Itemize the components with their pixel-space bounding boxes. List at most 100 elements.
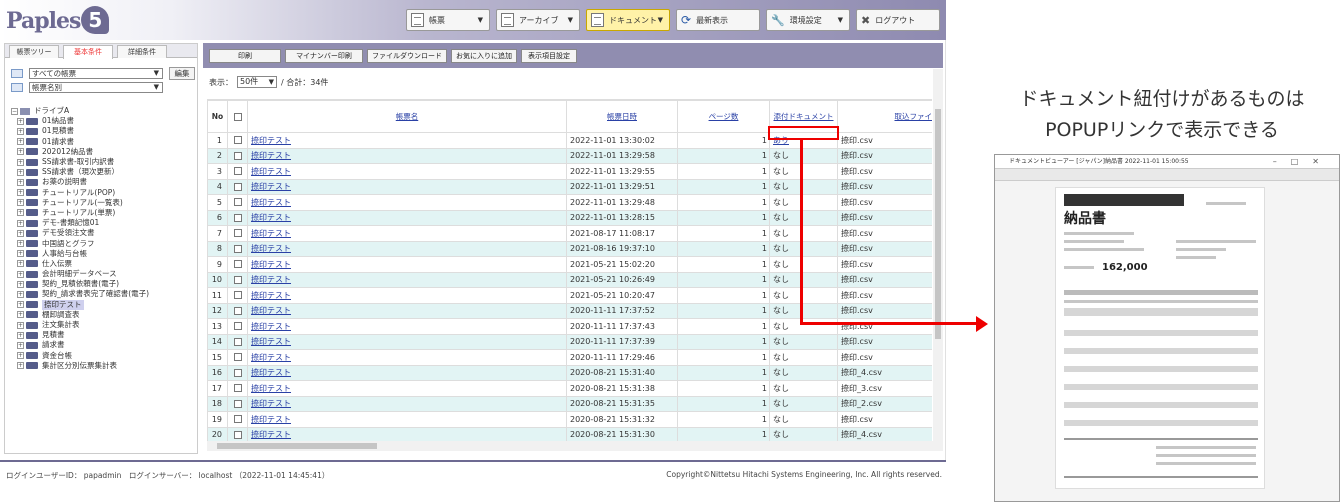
col-form-name[interactable]: 帳票名 — [247, 100, 567, 133]
tree-item[interactable]: + 人事給与台帳 — [11, 249, 197, 259]
window-controls[interactable]: –□✕ — [1273, 155, 1333, 168]
expand-icon[interactable]: + — [17, 280, 24, 288]
tree-item[interactable]: + 契約_請求書表完了確認書(電子) — [11, 289, 197, 299]
row-checkbox[interactable] — [233, 368, 242, 377]
row-checkbox-cell[interactable] — [227, 318, 248, 335]
table-row[interactable]: 4 捺印テスト 2022-11-01 13:29:51 1 なし 捺印.csv — [207, 178, 932, 195]
col-check[interactable] — [227, 100, 248, 133]
expand-icon[interactable]: + — [17, 138, 24, 146]
group-select[interactable]: すべての帳票 ▼ — [29, 68, 163, 79]
menu-button-forms[interactable]: 帳票 ▼ — [406, 9, 490, 31]
row-checkbox[interactable] — [233, 244, 242, 253]
form-name-link[interactable]: 捺印テスト — [251, 244, 291, 253]
table-row[interactable]: 14 捺印テスト 2020-11-11 17:37:39 1 なし 捺印.csv — [207, 333, 932, 350]
col-import-file[interactable]: 取込ファイ — [837, 100, 932, 133]
row-checkbox-cell[interactable] — [227, 395, 248, 412]
tree-root[interactable]: − ドライブA — [11, 106, 197, 116]
table-row[interactable]: 6 捺印テスト 2022-11-01 13:28:15 1 なし 捺印.csv — [207, 209, 932, 226]
expand-icon[interactable]: + — [17, 331, 24, 339]
form-name-link[interactable]: 捺印テスト — [251, 151, 291, 160]
form-name-link[interactable]: 捺印テスト — [251, 368, 291, 377]
tree-item[interactable]: + 集計区分別伝票集計表 — [11, 361, 197, 371]
expand-icon[interactable]: + — [17, 209, 24, 217]
expand-icon[interactable]: + — [17, 168, 24, 176]
tab-basic-conditions[interactable]: 基本条件 — [63, 45, 113, 59]
table-row[interactable]: 16 捺印テスト 2020-08-21 15:31:40 1 なし 捺印_4.csv — [207, 364, 932, 381]
row-checkbox[interactable] — [233, 151, 242, 160]
horizontal-scrollbar[interactable] — [207, 441, 933, 451]
tree-item[interactable]: + 資金台帳 — [11, 351, 197, 361]
form-name-link[interactable]: 捺印テスト — [251, 136, 291, 145]
select-all-checkbox[interactable] — [233, 113, 242, 121]
form-name-link[interactable]: 捺印テスト — [251, 167, 291, 176]
expand-icon[interactable]: + — [17, 229, 24, 237]
row-checkbox[interactable] — [233, 306, 242, 315]
menu-button-settings[interactable]: 🔧 環境設定 ▼ — [766, 9, 850, 31]
row-checkbox-cell[interactable] — [227, 302, 248, 319]
row-checkbox[interactable] — [233, 213, 242, 222]
row-checkbox[interactable] — [233, 322, 242, 331]
row-checkbox[interactable] — [233, 229, 242, 238]
tree-item[interactable]: + 会計明細データベース — [11, 269, 197, 279]
table-row[interactable]: 10 捺印テスト 2021-05-21 10:26:49 1 なし 捺印.csv — [207, 271, 932, 288]
edit-button[interactable]: 編集 — [169, 67, 195, 80]
form-name-link[interactable]: 捺印テスト — [251, 275, 291, 284]
col-datetime[interactable]: 帳票日時 — [566, 100, 678, 133]
table-row[interactable]: 8 捺印テスト 2021-08-16 19:37:10 1 なし 捺印.csv — [207, 240, 932, 257]
row-checkbox-cell[interactable] — [227, 163, 248, 180]
row-checkbox-cell[interactable] — [227, 225, 248, 242]
logout-button[interactable]: ✖ ログアウト — [856, 9, 940, 31]
tree-item[interactable]: + チュートリアル(POP) — [11, 188, 197, 198]
collapse-icon[interactable]: − — [11, 107, 18, 115]
scroll-thumb[interactable] — [935, 109, 941, 339]
menu-button-archive[interactable]: アーカイブ ▼ — [496, 9, 580, 31]
scroll-thumb[interactable] — [217, 443, 377, 449]
tree-item[interactable]: + 契約_見積依頼書(電子) — [11, 279, 197, 289]
row-checkbox[interactable] — [233, 430, 242, 439]
form-name-link[interactable]: 捺印テスト — [251, 384, 291, 393]
row-checkbox-cell[interactable] — [227, 426, 248, 441]
row-checkbox[interactable] — [233, 198, 242, 207]
expand-icon[interactable]: + — [17, 178, 24, 186]
table-row[interactable]: 3 捺印テスト 2022-11-01 13:29:55 1 なし 捺印.csv — [207, 163, 932, 180]
form-name-link[interactable]: 捺印テスト — [251, 337, 291, 346]
expand-icon[interactable]: + — [17, 290, 24, 298]
expand-icon[interactable]: + — [17, 250, 24, 258]
tree-item[interactable]: + チュートリアル(単票) — [11, 208, 197, 218]
row-checkbox[interactable] — [233, 353, 242, 362]
expand-icon[interactable]: + — [17, 260, 24, 268]
row-checkbox-cell[interactable] — [227, 256, 248, 273]
row-checkbox-cell[interactable] — [227, 178, 248, 195]
row-checkbox-cell[interactable] — [227, 380, 248, 397]
mynumber-print-button[interactable]: マイナンバー印刷 — [285, 49, 363, 63]
row-checkbox[interactable] — [233, 399, 242, 408]
row-checkbox-cell[interactable] — [227, 194, 248, 211]
table-row[interactable]: 18 捺印テスト 2020-08-21 15:31:35 1 なし 捺印_2.csv — [207, 395, 932, 412]
table-row[interactable]: 13 捺印テスト 2020-11-11 17:37:43 1 なし 捺印.csv — [207, 318, 932, 335]
tree-item[interactable]: + 棚卸調査表 — [11, 310, 197, 320]
tree-item[interactable]: + デモ-書類記憶01 — [11, 218, 197, 228]
row-checkbox-cell[interactable] — [227, 364, 248, 381]
tree-item[interactable]: +01請求書 — [11, 137, 197, 147]
expand-icon[interactable]: + — [17, 362, 24, 370]
form-name-link[interactable]: 捺印テスト — [251, 399, 291, 408]
row-checkbox-cell[interactable] — [227, 349, 248, 366]
expand-icon[interactable]: + — [17, 352, 24, 360]
menu-button-refresh[interactable]: ⟳ 最新表示 — [676, 9, 760, 31]
form-name-link[interactable]: 捺印テスト — [251, 182, 291, 191]
row-checkbox[interactable] — [233, 136, 242, 145]
table-row[interactable]: 11 捺印テスト 2021-05-21 10:20:47 1 なし 捺印.csv — [207, 287, 932, 304]
expand-icon[interactable]: + — [17, 240, 24, 248]
per-page-select[interactable]: 50件 ▼ — [237, 76, 277, 88]
expand-icon[interactable]: + — [17, 311, 24, 319]
row-checkbox-cell[interactable] — [227, 132, 248, 149]
tree-item[interactable]: +01見積書 — [11, 126, 197, 136]
expand-icon[interactable]: + — [17, 341, 24, 349]
form-name-link[interactable]: 捺印テスト — [251, 415, 291, 424]
row-checkbox[interactable] — [233, 275, 242, 284]
tree-item[interactable]: + 捺印テスト — [11, 299, 197, 310]
menu-button-document[interactable]: ドキュメント ▼ — [586, 9, 670, 31]
form-name-link[interactable]: 捺印テスト — [251, 213, 291, 222]
row-checkbox[interactable] — [233, 167, 242, 176]
form-name-link[interactable]: 捺印テスト — [251, 198, 291, 207]
